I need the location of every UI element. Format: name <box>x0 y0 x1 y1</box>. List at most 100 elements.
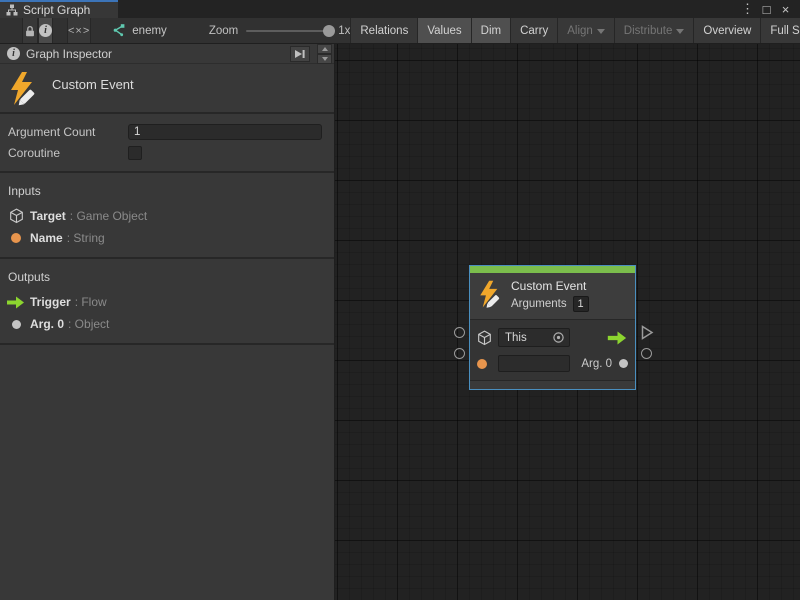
outputs-title: Outputs <box>0 265 334 291</box>
port-type: : String <box>67 231 105 245</box>
custom-event-icon <box>477 279 503 310</box>
inspector-toggle-button[interactable]: i <box>38 18 53 43</box>
object-dot-icon <box>6 320 26 329</box>
argument-count-label: Argument Count <box>8 125 128 139</box>
node-body: This <box>470 319 635 380</box>
distribute-label: Distribute <box>624 25 673 37</box>
code-icon: <×> <box>68 25 90 37</box>
inputs-title: Inputs <box>0 179 334 205</box>
align-dropdown[interactable]: Align <box>557 18 614 43</box>
graph-canvas[interactable]: Custom Event Arguments 1 <box>335 44 800 600</box>
graph-breadcrumb[interactable]: enemy <box>111 18 167 43</box>
main-area: i Graph Inspector <box>0 44 800 600</box>
maximize-icon[interactable]: □ <box>758 1 775 17</box>
zoom-slider-knob[interactable] <box>323 25 335 37</box>
target-value: This <box>505 332 552 344</box>
script-graph-window: Script Graph ⋮ □ × i <×> <box>0 0 800 600</box>
chevron-down-icon <box>676 29 684 34</box>
fullscreen-button[interactable]: Full Screen <box>760 18 800 43</box>
align-label: Align <box>567 25 593 37</box>
port-name: Name <box>30 231 63 245</box>
node-color-bar <box>470 266 635 273</box>
event-name-input[interactable] <box>498 355 570 372</box>
tab-script-graph[interactable]: Script Graph <box>0 0 118 18</box>
port-name: Arg. 0 <box>30 317 64 331</box>
node-title: Custom Event <box>511 279 589 293</box>
graph-toolbar: i <×> enemy Zoom 1x Relations Va <box>0 18 800 44</box>
dock-panel-button[interactable] <box>290 46 310 62</box>
info-icon: i <box>7 47 20 60</box>
inspector-title: Graph Inspector <box>26 47 284 61</box>
carry-label: Carry <box>520 25 548 37</box>
port-type: : Object <box>68 317 109 331</box>
port-type: : Flow <box>75 295 107 309</box>
unit-settings: Argument Count Coroutine <box>0 114 334 171</box>
node-row-name: Arg. 0 <box>477 352 628 375</box>
name-input-port[interactable] <box>454 348 465 359</box>
relations-button[interactable]: Relations <box>350 18 417 43</box>
graph-inspector-panel: i Graph Inspector <box>0 44 335 600</box>
inspector-header: i Graph Inspector <box>0 44 334 64</box>
lock-icon <box>23 24 37 38</box>
overview-label: Overview <box>703 25 751 37</box>
close-icon[interactable]: × <box>777 1 794 17</box>
outputs-section: Outputs Trigger : Flow Arg. 0 : Object <box>0 259 334 343</box>
flow-arrow-icon <box>6 296 26 309</box>
target-object-dropdown[interactable]: This <box>498 328 570 347</box>
node-arguments-row: Arguments 1 <box>511 296 589 312</box>
tab-bar: Script Graph ⋮ □ × <box>0 0 800 18</box>
window-controls: ⋮ □ × <box>739 0 800 18</box>
graph-asset-icon <box>111 23 126 38</box>
window-menu-icon[interactable]: ⋮ <box>739 1 756 17</box>
node-row-target: This <box>477 326 628 349</box>
port-name: Trigger <box>30 295 71 309</box>
carry-button[interactable]: Carry <box>510 18 557 43</box>
coroutine-label: Coroutine <box>8 146 128 160</box>
trigger-output-port[interactable] <box>641 325 654 340</box>
arg0-output-port[interactable] <box>641 348 652 359</box>
node-header[interactable]: Custom Event Arguments 1 <box>470 273 635 319</box>
scroll-up-button[interactable] <box>317 44 332 54</box>
triangle-up-icon <box>322 47 328 51</box>
arguments-label: Arguments <box>511 298 567 310</box>
zoom-control: Zoom 1x <box>209 18 351 43</box>
coroutine-checkbox[interactable] <box>128 146 142 160</box>
code-preview-button[interactable]: <×> <box>67 18 91 43</box>
port-row-name: Name : String <box>0 227 334 249</box>
argument-count-input[interactable] <box>128 124 322 140</box>
object-picker-icon[interactable] <box>552 331 565 344</box>
arguments-count-field[interactable]: 1 <box>573 296 589 312</box>
port-row-target: Target : Game Object <box>0 205 334 227</box>
relations-label: Relations <box>360 25 408 37</box>
target-input-port[interactable] <box>454 327 465 338</box>
tabbar-spacer <box>118 0 739 18</box>
string-dot-icon <box>6 233 26 243</box>
custom-event-node[interactable]: Custom Event Arguments 1 <box>469 265 636 390</box>
object-dot-icon[interactable] <box>619 359 628 368</box>
fullscreen-label: Full Screen <box>770 25 800 37</box>
port-type: : Game Object <box>70 209 147 223</box>
dim-label: Dim <box>481 25 501 37</box>
port-name: Target <box>30 209 66 223</box>
dock-right-icon <box>294 48 306 60</box>
inspector-scroll-spinner <box>317 44 332 64</box>
coroutine-row: Coroutine <box>0 142 334 163</box>
values-button[interactable]: Values <box>417 18 470 43</box>
game-object-cube-icon <box>477 330 498 346</box>
arg0-label: Arg. 0 <box>581 358 612 370</box>
zoom-slider[interactable] <box>246 30 330 32</box>
unit-title: Custom Event <box>52 71 134 92</box>
flow-output-arrow-icon[interactable] <box>607 331 628 345</box>
lock-button[interactable] <box>22 18 38 43</box>
node-header-text: Custom Event Arguments 1 <box>511 279 589 312</box>
custom-event-icon <box>7 71 39 107</box>
node-footer <box>470 380 635 389</box>
port-row-trigger: Trigger : Flow <box>0 291 334 313</box>
scroll-down-button[interactable] <box>317 54 332 64</box>
inputs-section: Inputs Target : Game Object Name : Strin… <box>0 173 334 257</box>
dim-button[interactable]: Dim <box>471 18 510 43</box>
zoom-label: Zoom <box>209 25 238 37</box>
distribute-dropdown[interactable]: Distribute <box>614 18 694 43</box>
game-object-cube-icon <box>6 208 26 224</box>
overview-button[interactable]: Overview <box>693 18 760 43</box>
